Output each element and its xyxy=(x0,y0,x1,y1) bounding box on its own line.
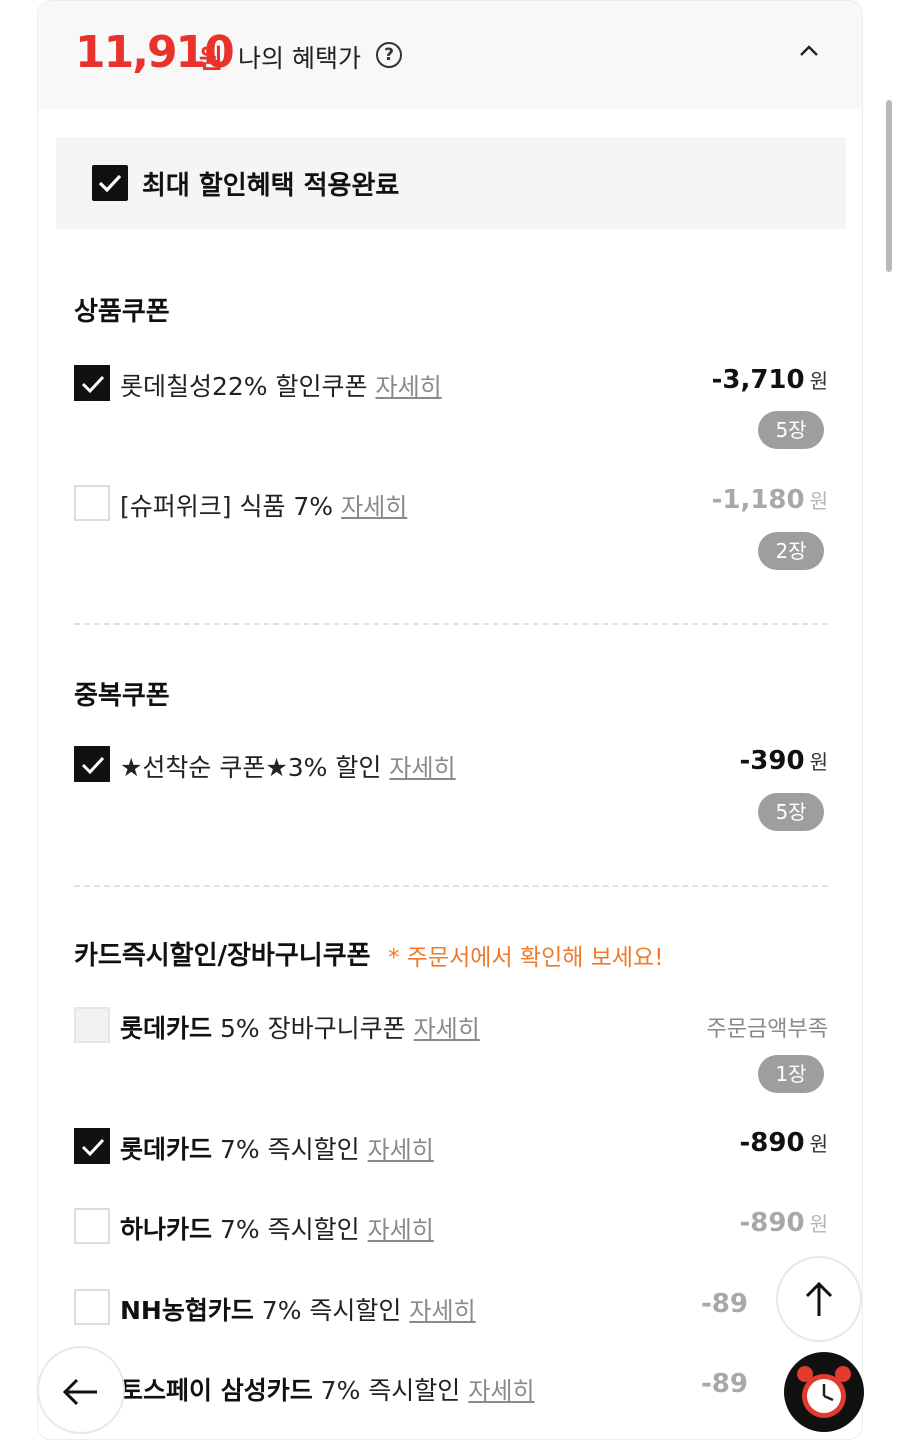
insufficient-amount-status: 주문금액부족 xyxy=(706,1017,828,1042)
card-discount-row[interactable]: 롯데카드 5% 장바구니쿠폰 자세히 주문금액부족 xyxy=(74,1005,828,1045)
back-button[interactable] xyxy=(37,1346,125,1434)
amount-value: -390 xyxy=(739,746,805,776)
discount-amount: -89 xyxy=(701,1369,748,1399)
discount-amount: -1,180 원 xyxy=(712,485,828,515)
discount-amount: -3,710 원 xyxy=(712,365,828,395)
coupon-row[interactable]: [슈퍼위크] 식품 7% 자세히 -1,180 원 xyxy=(74,483,828,523)
coupon-row[interactable]: 롯데칠성22% 할인쿠폰 자세히 -3,710 원 xyxy=(74,363,828,403)
card-discount-row[interactable]: 하나카드 7% 즉시할인 자세히 -890 원 xyxy=(74,1206,828,1246)
benefit-label: 나의 혜택가 xyxy=(238,44,361,73)
coupon-name: ★선착순 쿠폰★3% 할인 xyxy=(120,753,382,782)
card-brand: NH농협카드 xyxy=(120,1296,254,1325)
card-discount-name: 7% 즉시할인 xyxy=(212,1135,360,1164)
coupon-count-badge[interactable]: 2장 xyxy=(758,532,824,570)
amount-value: -890 xyxy=(739,1208,805,1238)
benefit-price-unit: 원 xyxy=(199,45,223,75)
arrow-up-icon xyxy=(805,1281,833,1316)
amount-unit: 원 xyxy=(809,1132,828,1156)
card-discount-label: 롯데카드 7% 즉시할인 자세히 xyxy=(120,1130,434,1166)
card-discount-checkbox[interactable] xyxy=(74,1128,110,1164)
amount-unit: 원 xyxy=(809,1212,828,1236)
coupon-checkbox[interactable] xyxy=(74,365,110,401)
coupon-row[interactable]: ★선착순 쿠폰★3% 할인 자세히 -390 원 xyxy=(74,744,828,784)
amount-value: -890 xyxy=(739,1128,805,1158)
scroll-top-button[interactable] xyxy=(776,1256,862,1342)
section-divider xyxy=(74,885,828,887)
card-discount-checkbox[interactable] xyxy=(74,1007,110,1043)
coupon-checkbox[interactable] xyxy=(74,746,110,782)
alarm-clock-icon xyxy=(797,1366,851,1418)
amount-value: -89 xyxy=(701,1289,748,1319)
detail-link[interactable]: 자세히 xyxy=(368,1216,434,1244)
card-discount-checkbox[interactable] xyxy=(74,1289,110,1325)
arrow-left-icon xyxy=(62,1378,97,1406)
coupon-name: 롯데칠성22% 할인쿠폰 xyxy=(120,372,368,401)
benefit-header[interactable]: 11,910 원 나의 혜택가 ? xyxy=(38,1,862,109)
section-notice: * 주문서에서 확인해 보세요! xyxy=(388,945,664,971)
coupon-count-badge[interactable]: 5장 xyxy=(758,793,824,831)
card-discount-name: 7% 즉시할인 xyxy=(253,1296,402,1325)
detail-link[interactable]: 자세히 xyxy=(468,1377,534,1405)
card-discount-label: NH농협카드 7% 즉시할인 자세히 xyxy=(120,1291,476,1327)
check-icon xyxy=(81,1138,105,1157)
coupon-count-badge[interactable]: 5장 xyxy=(758,411,824,449)
amount-value: -89 xyxy=(701,1369,748,1399)
card-discount-row[interactable]: 롯데카드 7% 즉시할인 자세히 -890 원 xyxy=(74,1126,828,1166)
card-brand: 하나카드 xyxy=(120,1215,213,1244)
coupon-label: 롯데칠성22% 할인쿠폰 자세히 xyxy=(120,367,442,403)
coupon-label: ★선착순 쿠폰★3% 할인 자세히 xyxy=(120,748,456,784)
card-discount-name: 5% 장바구니쿠폰 xyxy=(212,1014,406,1043)
section-title-product-coupons: 상품쿠폰 xyxy=(74,297,170,327)
coupon-count-badge[interactable]: 1장 xyxy=(758,1055,824,1093)
alarm-button[interactable] xyxy=(784,1352,864,1432)
card-discount-checkbox[interactable] xyxy=(74,1208,110,1244)
check-icon xyxy=(81,375,105,394)
detail-link[interactable]: 자세히 xyxy=(409,1297,475,1325)
section-title-duplicate-coupons: 중복쿠폰 xyxy=(74,681,170,711)
discount-amount: -890 원 xyxy=(740,1208,828,1238)
card-discount-row[interactable]: NH농협카드 7% 즉시할인 자세히 -89 xyxy=(74,1287,828,1327)
scrollbar[interactable] xyxy=(886,100,892,272)
card-discount-label: 하나카드 7% 즉시할인 자세히 xyxy=(120,1210,434,1246)
amount-value: -1,180 xyxy=(711,485,805,515)
discount-amount: -89 xyxy=(701,1289,748,1319)
card-discount-name: 7% 즉시할인 xyxy=(212,1215,360,1244)
amount-unit: 원 xyxy=(809,369,828,393)
section-title-card-discounts: 카드즉시할인/장바구니쿠폰 xyxy=(74,941,371,971)
amount-unit: 원 xyxy=(809,489,828,513)
max-discount-label: 최대 할인혜택 적용완료 xyxy=(142,171,400,201)
discount-amount: -890 원 xyxy=(740,1128,828,1158)
detail-link[interactable]: 자세히 xyxy=(414,1015,480,1043)
max-discount-box[interactable]: 최대 할인혜택 적용완료 xyxy=(56,137,846,229)
card-discount-label: 롯데카드 5% 장바구니쿠폰 자세히 xyxy=(120,1009,480,1045)
detail-link[interactable]: 자세히 xyxy=(368,1136,434,1164)
card-discount-name: 7% 즉시할인 xyxy=(312,1376,461,1405)
detail-link[interactable]: 자세히 xyxy=(341,493,407,521)
card-discount-row[interactable]: 토스페이 삼성카드 7% 즉시할인 자세히 -89 xyxy=(74,1367,828,1407)
amount-unit: 원 xyxy=(809,750,828,774)
chevron-up-icon[interactable] xyxy=(794,35,824,65)
detail-link[interactable]: 자세히 xyxy=(376,373,442,401)
check-icon xyxy=(98,174,122,193)
coupon-checkbox[interactable] xyxy=(74,485,110,521)
card-brand: 롯데카드 xyxy=(120,1135,213,1164)
max-discount-checkbox[interactable] xyxy=(92,165,128,201)
amount-value: -3,710 xyxy=(711,365,805,395)
check-icon xyxy=(81,756,105,775)
card-brand: 토스페이 삼성카드 xyxy=(120,1376,313,1405)
help-icon[interactable]: ? xyxy=(376,42,402,68)
card-brand: 롯데카드 xyxy=(120,1014,213,1043)
card-discount-label: 토스페이 삼성카드 7% 즉시할인 자세히 xyxy=(120,1371,535,1407)
coupon-name: [슈퍼위크] 식품 7% xyxy=(120,492,334,521)
benefit-panel: 11,910 원 나의 혜택가 ? 최대 할인혜택 적용완료 상품쿠폰 롯데칠성… xyxy=(37,0,863,1440)
detail-link[interactable]: 자세히 xyxy=(389,754,455,782)
coupon-label: [슈퍼위크] 식품 7% 자세히 xyxy=(120,487,407,523)
discount-amount: -390 원 xyxy=(740,746,828,776)
section-divider xyxy=(74,623,828,625)
